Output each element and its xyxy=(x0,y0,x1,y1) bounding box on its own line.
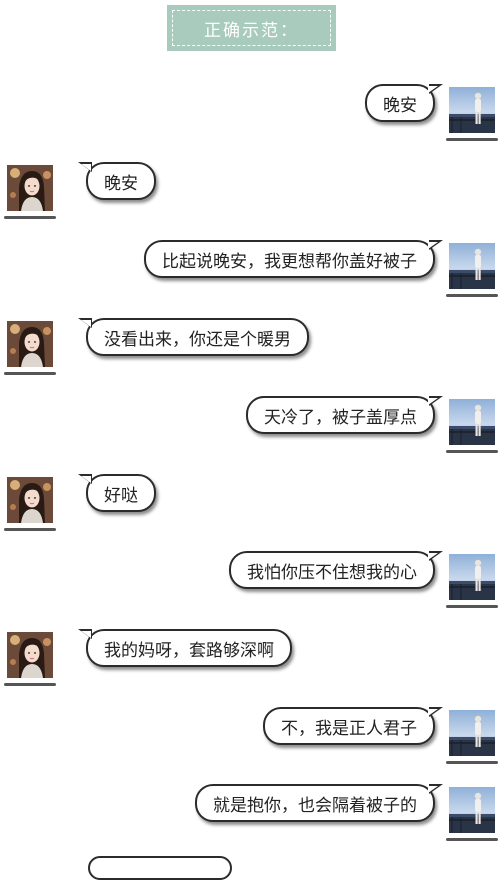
message-text: 好哒 xyxy=(104,485,138,506)
message-bubble-sent[interactable]: 就是抱你，也会隔着被子的 xyxy=(195,784,443,822)
male-avatar-icon[interactable] xyxy=(449,399,495,445)
avatar-divider xyxy=(446,138,498,141)
message-text: 天冷了，被子盖厚点 xyxy=(264,407,417,428)
bubble-tail xyxy=(78,318,92,328)
chat-row: 就是抱你，也会隔着被子的 xyxy=(0,784,500,844)
bubble-tail xyxy=(428,84,443,94)
avatar-divider xyxy=(4,528,56,531)
section-banner: 正确示范： xyxy=(167,5,336,51)
message-bubble-received[interactable]: 晚安 xyxy=(78,162,156,200)
chat-row: 晚安 xyxy=(0,162,500,222)
message-text: 晚安 xyxy=(104,173,138,194)
bubble-tail xyxy=(428,784,443,794)
bubble-tail xyxy=(78,474,92,484)
message-bubble-sent[interactable]: 我怕你压不住想我的心 xyxy=(229,551,443,589)
male-avatar-icon[interactable] xyxy=(449,243,495,289)
chat-row: 好哒 xyxy=(0,474,500,534)
message-bubble-partial[interactable] xyxy=(88,856,232,880)
bubble-tail xyxy=(428,551,443,561)
bubble-tail xyxy=(78,162,92,172)
male-avatar-icon[interactable] xyxy=(449,787,495,833)
female-avatar-icon[interactable] xyxy=(7,321,53,367)
chat-row: 天冷了，被子盖厚点 xyxy=(0,396,500,456)
bubble-tail xyxy=(428,707,443,717)
bubble-tail xyxy=(428,240,443,250)
female-avatar-icon[interactable] xyxy=(7,632,53,678)
bubble-tail xyxy=(428,396,443,406)
chat-row: 比起说晚安，我更想帮你盖好被子 xyxy=(0,240,500,300)
bubble-tail xyxy=(78,629,92,639)
avatar-divider xyxy=(4,216,56,219)
message-bubble-sent[interactable]: 晚安 xyxy=(365,84,443,122)
message-bubble-received[interactable]: 我的妈呀，套路够深啊 xyxy=(78,629,292,667)
message-text: 晚安 xyxy=(383,95,417,116)
banner-title: 正确示范： xyxy=(172,10,331,46)
avatar-divider xyxy=(4,683,56,686)
avatar-divider xyxy=(446,294,498,297)
message-text: 不，我是正人君子 xyxy=(281,718,417,739)
message-text: 我怕你压不住想我的心 xyxy=(247,562,417,583)
message-text: 我的妈呀，套路够深啊 xyxy=(104,640,274,661)
male-avatar-icon[interactable] xyxy=(449,87,495,133)
message-text: 没看出来，你还是个暖男 xyxy=(104,329,291,350)
chat-row: 我的妈呀，套路够深啊 xyxy=(0,629,500,689)
male-avatar-icon[interactable] xyxy=(449,554,495,600)
chat-row: 我怕你压不住想我的心 xyxy=(0,551,500,611)
message-text: 就是抱你，也会隔着被子的 xyxy=(213,795,417,816)
avatar-divider xyxy=(446,605,498,608)
chat-row: 没看出来，你还是个暖男 xyxy=(0,318,500,378)
message-bubble-sent[interactable]: 不，我是正人君子 xyxy=(263,707,443,745)
female-avatar-icon[interactable] xyxy=(7,477,53,523)
message-bubble-received[interactable]: 没看出来，你还是个暖男 xyxy=(78,318,309,356)
chat-row: 晚安 xyxy=(0,84,500,144)
female-avatar-icon[interactable] xyxy=(7,165,53,211)
avatar-divider xyxy=(4,372,56,375)
avatar-divider xyxy=(446,838,498,841)
message-text: 比起说晚安，我更想帮你盖好被子 xyxy=(162,251,417,272)
message-bubble-sent[interactable]: 天冷了，被子盖厚点 xyxy=(246,396,443,434)
message-bubble-sent[interactable]: 比起说晚安，我更想帮你盖好被子 xyxy=(144,240,443,278)
avatar-divider xyxy=(446,761,498,764)
male-avatar-icon[interactable] xyxy=(449,710,495,756)
chat-row: 不，我是正人君子 xyxy=(0,707,500,767)
avatar-divider xyxy=(446,450,498,453)
message-bubble-received[interactable]: 好哒 xyxy=(78,474,156,512)
